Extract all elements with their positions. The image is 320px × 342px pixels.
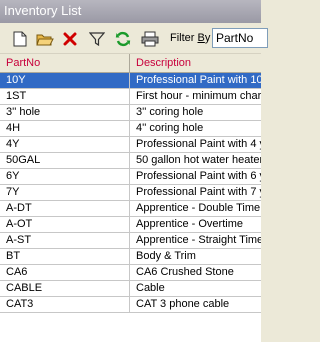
filter-icon[interactable]: [88, 30, 106, 48]
description-cell: Professional Paint with 4 yea: [136, 138, 261, 150]
partno-cell: CABLE: [0, 281, 130, 296]
grid-header: PartNo Description: [0, 54, 261, 73]
partno-cell: BT: [0, 249, 130, 264]
partno-cell: A-OT: [0, 217, 130, 232]
description-cell: Apprentice - Double Time: [136, 202, 261, 214]
table-row[interactable]: 3'' hole 3'' coring hole: [0, 105, 261, 121]
table-row[interactable]: 7Y Professional Paint with 7 yea: [0, 185, 261, 201]
table-row[interactable]: 4H 4'' coring hole: [0, 121, 261, 137]
description-cell: Professional Paint with 7 yea: [136, 186, 261, 198]
description-cell: Body & Trim: [136, 250, 196, 262]
partno-cell: 10Y: [0, 73, 130, 88]
open-folder-icon[interactable]: [36, 30, 54, 48]
partno-cell: 1ST: [0, 89, 130, 104]
partno-cell: 4H: [0, 121, 130, 136]
partno-cell: A-DT: [0, 201, 130, 216]
partno-cell: CAT3: [0, 297, 130, 312]
table-row[interactable]: 4Y Professional Paint with 4 yea: [0, 137, 261, 153]
inventory-grid[interactable]: PartNo Description 10Y Professional Paint…: [0, 54, 261, 342]
description-cell: Cable: [136, 282, 165, 294]
partno-cell: 7Y: [0, 185, 130, 200]
refresh-icon[interactable]: [114, 30, 132, 48]
table-row[interactable]: 10Y Professional Paint with 10 ye: [0, 73, 261, 89]
description-cell: Apprentice - Straight Time: [136, 234, 261, 246]
partno-cell: 3'' hole: [0, 105, 130, 120]
filter-by-label: Filter By: [170, 32, 211, 44]
description-cell: Apprentice - Overtime: [136, 218, 243, 230]
description-cell: 4'' coring hole: [136, 122, 204, 134]
table-row[interactable]: BT Body & Trim: [0, 249, 261, 265]
column-header-description[interactable]: Description: [130, 54, 261, 72]
description-cell: 50 gallon hot water heater||: [136, 154, 261, 166]
column-header-partno[interactable]: PartNo: [0, 54, 130, 72]
partno-cell: CA6: [0, 265, 130, 280]
table-row[interactable]: CA6 CA6 Crushed Stone: [0, 265, 261, 281]
delete-icon[interactable]: [61, 30, 79, 48]
table-row[interactable]: 50GAL 50 gallon hot water heater||: [0, 153, 261, 169]
table-row[interactable]: 1ST First hour - minimum charge: [0, 89, 261, 105]
description-cell: CA6 Crushed Stone: [136, 266, 234, 278]
description-cell: First hour - minimum charge: [136, 90, 261, 102]
description-cell: Professional Paint with 10 ye: [136, 74, 261, 86]
table-row[interactable]: 6Y Professional Paint with 6 yea: [0, 169, 261, 185]
description-cell: Professional Paint with 6 yea: [136, 170, 261, 182]
table-row[interactable]: A-OT Apprentice - Overtime: [0, 217, 261, 233]
partno-cell: A-ST: [0, 233, 130, 248]
filter-field-select[interactable]: PartNo: [212, 28, 268, 48]
table-row[interactable]: CAT3 CAT 3 phone cable: [0, 297, 261, 313]
description-cell: 3'' coring hole: [136, 106, 204, 118]
window-title: Inventory List: [0, 0, 261, 23]
print-icon[interactable]: [141, 30, 159, 48]
partno-cell: 6Y: [0, 169, 130, 184]
table-row[interactable]: CABLE Cable: [0, 281, 261, 297]
description-cell: CAT 3 phone cable: [136, 298, 230, 310]
table-row[interactable]: A-ST Apprentice - Straight Time: [0, 233, 261, 249]
toolbar: Filter By PartNo: [0, 23, 268, 54]
new-document-icon[interactable]: [11, 30, 29, 48]
partno-cell: 4Y: [0, 137, 130, 152]
partno-cell: 50GAL: [0, 153, 130, 168]
table-row[interactable]: A-DT Apprentice - Double Time: [0, 201, 261, 217]
